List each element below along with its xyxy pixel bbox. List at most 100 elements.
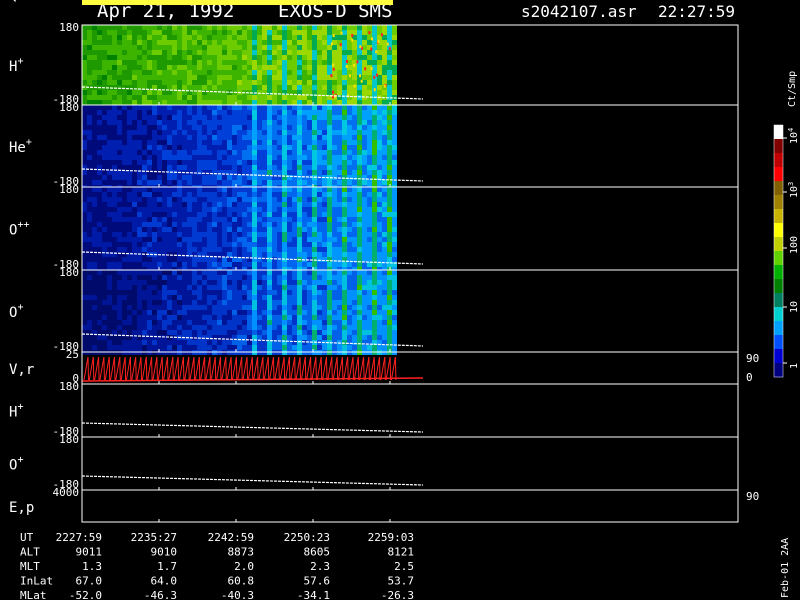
- orbit-row-value: 2.0: [234, 560, 254, 573]
- panel-stack: H+180-180He+180-180O++180-180O+180-180V,…: [9, 0, 759, 523]
- orbit-row-label: ALT: [20, 546, 40, 559]
- colorbar-swatch: [774, 349, 783, 364]
- spectrogram-figure: Apr 21, 1992 EXOS-D SMS s2042107.asr 22:…: [9, 0, 800, 600]
- orbit-row-value: 8605: [304, 546, 331, 559]
- panel-ep-rtop: 90: [746, 490, 759, 503]
- panel-ep-label: E,p: [9, 500, 34, 516]
- trace-o2: [81, 475, 424, 486]
- panel-opp-ytop: 180: [59, 183, 79, 196]
- colorbar-swatch: [774, 307, 783, 322]
- orbit-row-label: MLat: [20, 589, 47, 600]
- orbit-row-label: MLT: [20, 560, 40, 573]
- colorbar-swatch: [774, 237, 783, 252]
- orbit-row-value: 9010: [151, 546, 178, 559]
- panel-vr-ytop: 25: [66, 348, 79, 361]
- orbit-row-value: 2235:27: [131, 531, 177, 544]
- orbit-row-value: 9011: [76, 546, 103, 559]
- panel-h-label: H+: [9, 56, 23, 75]
- orbit-row-value: 64.0: [151, 575, 178, 588]
- orbit-row-value: 67.0: [76, 575, 103, 588]
- panel-ep-ytop: 4000: [53, 486, 80, 499]
- orbit-row-value: 1.3: [82, 560, 102, 573]
- orbit-row-value: 2.5: [394, 560, 414, 573]
- colorbar-swatch: [774, 153, 783, 168]
- colorbar-swatch: [774, 321, 783, 336]
- colorbar-swatch: [774, 181, 783, 196]
- panel-qa-ybottom: 0: [72, 0, 79, 3]
- qa-bar: [82, 0, 393, 5]
- plot-time: 22:27:59: [658, 2, 735, 21]
- orbit-table: UT 2227:59 2235:27 2242:59 2250:23 2259:03 ALT…: [20, 531, 791, 600]
- panel-op-label: O+: [9, 302, 23, 321]
- orbit-row-value: -40.3: [221, 589, 254, 600]
- colorbar-unit: Ct/Smp: [787, 71, 798, 107]
- colorbar-tick-label: 100: [789, 236, 800, 254]
- panel-o2-ytop: 180: [59, 433, 79, 446]
- panel-ep-frame: [81, 489, 739, 523]
- panel-qa: QA 0 0: [9, 0, 753, 5]
- colorbar-swatch: [774, 363, 783, 378]
- spectrogram-op-image: [82, 270, 397, 355]
- trace-h2: [81, 422, 424, 433]
- colorbar-swatch: [774, 195, 783, 210]
- colorbar-tick-label: 103: [787, 182, 800, 198]
- panel-h2-frame: [81, 383, 739, 438]
- panel-he-label: He+: [9, 137, 32, 156]
- color-scale: Ct/Smp 1 10 100 103 104: [773, 71, 800, 378]
- panel-vr-rtop: 90: [746, 352, 759, 365]
- panel-h2-label: H+: [9, 402, 23, 421]
- colorbar-swatch: [774, 265, 783, 280]
- panel-qa-rbottom: 0: [746, 0, 753, 3]
- panel-he-ytop: 180: [59, 101, 79, 114]
- panel-h2-ytop: 180: [59, 380, 79, 393]
- orbit-row-value: -46.3: [144, 589, 177, 600]
- panel-o2: O+180-180: [9, 433, 739, 491]
- orbit-row-value: -52.0: [69, 589, 102, 600]
- orbit-row-value: -34.1: [297, 589, 330, 600]
- velocity-sawtooth: [83, 356, 397, 381]
- orbit-row-value: 2259:03: [368, 531, 414, 544]
- panel-op: O+180-180: [9, 266, 739, 355]
- panel-h: H+180-180: [9, 21, 739, 106]
- panel-qa-label: QA: [9, 0, 26, 4]
- panel-opp: O++180-180: [9, 183, 739, 272]
- orbit-row-value: 2242:59: [208, 531, 254, 544]
- panel-opp-label: O++: [9, 220, 29, 239]
- plot-footer-label: Feb-01 2AA: [780, 538, 791, 598]
- colorbar-swatch: [774, 279, 783, 294]
- colorbar-tick-label: 1: [789, 363, 800, 369]
- exos-d-sms-plot: Apr 21, 1992 EXOS-D SMS s2042107.asr 22:…: [0, 0, 800, 600]
- spectrogram-opp-image: [82, 187, 397, 272]
- colorbar-swatch: [774, 223, 783, 238]
- panel-h-ytop: 180: [59, 21, 79, 34]
- orbit-row-value: 2227:59: [56, 531, 102, 544]
- orbit-row-value: 53.7: [388, 575, 415, 588]
- colorbar-swatch: [774, 167, 783, 182]
- plot-file-id: s2042107.asr: [521, 2, 637, 21]
- colorbar-swatch: [774, 251, 783, 266]
- panel-vr-frame: [81, 351, 739, 385]
- panel-o2-label: O+: [9, 455, 23, 474]
- panel-vr-label: V,r: [9, 362, 34, 378]
- orbit-row-value: 57.6: [304, 575, 331, 588]
- spectrogram-he-image: [82, 105, 397, 190]
- panel-he: He+180-180: [9, 101, 739, 190]
- orbit-row-value: 2250:23: [284, 531, 330, 544]
- orbit-row-value: 8873: [228, 546, 255, 559]
- orbit-row-value: 60.8: [228, 575, 255, 588]
- panel-op-ytop: 180: [59, 266, 79, 279]
- colorbar-tick-label: 10: [789, 301, 800, 313]
- panel-ep: E,p 4000 90: [9, 486, 759, 523]
- orbit-row-value: -26.3: [381, 589, 414, 600]
- orbit-row-label: InLat: [20, 575, 53, 588]
- colorbar-swatch: [774, 209, 783, 224]
- panel-vr-rbottom: 0: [746, 371, 753, 384]
- colorbar-tick-label: 104: [787, 128, 800, 144]
- orbit-row-label: UT: [20, 531, 34, 544]
- colorbar-swatch: [774, 293, 783, 308]
- orbit-row-value: 8121: [388, 546, 415, 559]
- orbit-row-value: 1.7: [157, 560, 177, 573]
- panel-h2: H+180-180: [9, 380, 739, 438]
- colorbar-swatch: [774, 335, 783, 350]
- panel-o2-frame: [81, 436, 739, 491]
